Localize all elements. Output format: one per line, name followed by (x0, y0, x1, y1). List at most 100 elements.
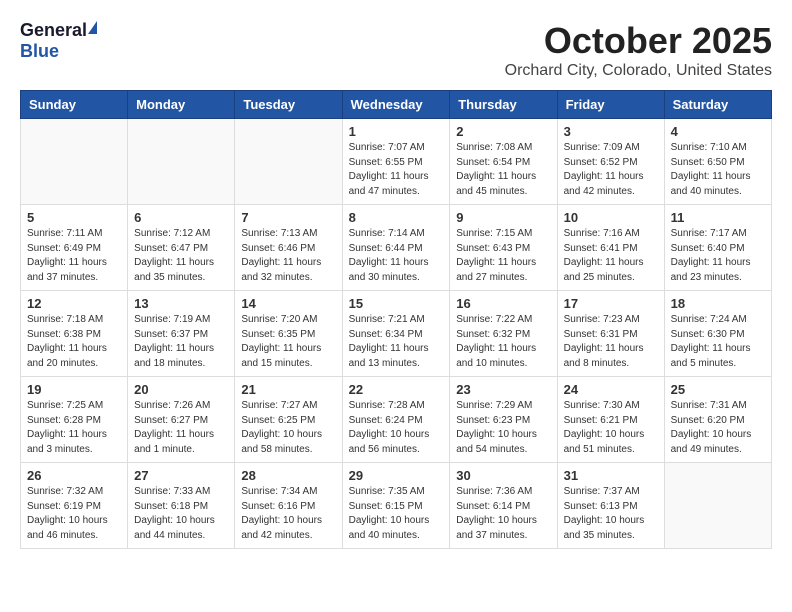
day-info: Sunrise: 7:37 AM Sunset: 6:13 PM Dayligh… (564, 485, 658, 543)
day-number: 19 (27, 382, 121, 397)
calendar-cell: 14 Sunrise: 7:20 AM Sunset: 6:35 PM Dayli… (235, 291, 342, 377)
day-info: Sunrise: 7:25 AM Sunset: 6:28 PM Dayligh… (27, 399, 121, 457)
day-number: 25 (671, 382, 765, 397)
logo-general-text: General (20, 20, 87, 41)
day-info: Sunrise: 7:34 AM Sunset: 6:16 PM Dayligh… (241, 485, 335, 543)
month-title: October 2025 (505, 20, 772, 62)
day-info: Sunrise: 7:30 AM Sunset: 6:21 PM Dayligh… (564, 399, 658, 457)
day-info: Sunrise: 7:24 AM Sunset: 6:30 PM Dayligh… (671, 313, 765, 371)
page-header: General Blue October 2025 Orchard City, … (20, 20, 772, 80)
day-info: Sunrise: 7:18 AM Sunset: 6:38 PM Dayligh… (27, 313, 121, 371)
day-number: 27 (134, 468, 228, 483)
day-info: Sunrise: 7:08 AM Sunset: 6:54 PM Dayligh… (456, 141, 550, 199)
calendar-cell: 29 Sunrise: 7:35 AM Sunset: 6:15 PM Dayli… (342, 463, 450, 549)
day-number: 20 (134, 382, 228, 397)
calendar-cell: 10 Sunrise: 7:16 AM Sunset: 6:41 PM Dayli… (557, 205, 664, 291)
calendar-week-row: 12 Sunrise: 7:18 AM Sunset: 6:38 PM Dayli… (21, 291, 772, 377)
weekday-header-thursday: Thursday (450, 91, 557, 119)
calendar-cell: 9 Sunrise: 7:15 AM Sunset: 6:43 PM Daylig… (450, 205, 557, 291)
weekday-header-monday: Monday (128, 91, 235, 119)
calendar-week-row: 26 Sunrise: 7:32 AM Sunset: 6:19 PM Dayli… (21, 463, 772, 549)
day-info: Sunrise: 7:07 AM Sunset: 6:55 PM Dayligh… (349, 141, 444, 199)
calendar-cell: 26 Sunrise: 7:32 AM Sunset: 6:19 PM Dayli… (21, 463, 128, 549)
location-text: Orchard City, Colorado, United States (505, 62, 772, 80)
calendar-cell (664, 463, 771, 549)
weekday-header-saturday: Saturday (664, 91, 771, 119)
day-info: Sunrise: 7:11 AM Sunset: 6:49 PM Dayligh… (27, 227, 121, 285)
day-info: Sunrise: 7:36 AM Sunset: 6:14 PM Dayligh… (456, 485, 550, 543)
logo-blue-text: Blue (20, 41, 59, 62)
day-info: Sunrise: 7:16 AM Sunset: 6:41 PM Dayligh… (564, 227, 658, 285)
calendar-cell: 7 Sunrise: 7:13 AM Sunset: 6:46 PM Daylig… (235, 205, 342, 291)
calendar-cell: 6 Sunrise: 7:12 AM Sunset: 6:47 PM Daylig… (128, 205, 235, 291)
calendar-cell: 15Sunrise: 7:21 AM Sunset: 6:34 PM Dayli… (342, 291, 450, 377)
day-number: 1 (349, 124, 444, 139)
calendar-cell: 20 Sunrise: 7:26 AM Sunset: 6:27 PM Dayli… (128, 377, 235, 463)
day-info: Sunrise: 7:20 AM Sunset: 6:35 PM Dayligh… (241, 313, 335, 371)
weekday-header-sunday: Sunday (21, 91, 128, 119)
day-number: 29 (349, 468, 444, 483)
day-info: Sunrise: 7:22 AM Sunset: 6:32 PM Dayligh… (456, 313, 550, 371)
calendar-cell: 13 Sunrise: 7:19 AM Sunset: 6:37 PM Dayli… (128, 291, 235, 377)
calendar-week-row: 1 Sunrise: 7:07 AM Sunset: 6:55 PM Daylig… (21, 119, 772, 205)
day-info: Sunrise: 7:32 AM Sunset: 6:19 PM Dayligh… (27, 485, 121, 543)
day-info: Sunrise: 7:28 AM Sunset: 6:24 PM Dayligh… (349, 399, 444, 457)
calendar-cell: 8 Sunrise: 7:14 AM Sunset: 6:44 PM Daylig… (342, 205, 450, 291)
calendar-cell: 18 Sunrise: 7:24 AM Sunset: 6:30 PM Dayli… (664, 291, 771, 377)
logo: General Blue (20, 20, 97, 62)
calendar-cell: 3Sunrise: 7:09 AM Sunset: 6:52 PM Daylig… (557, 119, 664, 205)
calendar-cell: 4Sunrise: 7:10 AM Sunset: 6:50 PM Daylig… (664, 119, 771, 205)
day-info: Sunrise: 7:13 AM Sunset: 6:46 PM Dayligh… (241, 227, 335, 285)
calendar-cell: 17 Sunrise: 7:23 AM Sunset: 6:31 PM Dayli… (557, 291, 664, 377)
day-number: 26 (27, 468, 121, 483)
day-number: 15 (349, 296, 444, 311)
day-info: Sunrise: 7:12 AM Sunset: 6:47 PM Dayligh… (134, 227, 228, 285)
day-number: 9 (456, 210, 550, 225)
day-number: 14 (241, 296, 335, 311)
day-info: Sunrise: 7:31 AM Sunset: 6:20 PM Dayligh… (671, 399, 765, 457)
calendar-cell: 16 Sunrise: 7:22 AM Sunset: 6:32 PM Dayli… (450, 291, 557, 377)
day-number: 18 (671, 296, 765, 311)
calendar-cell: 11Sunrise: 7:17 AM Sunset: 6:40 PM Dayli… (664, 205, 771, 291)
day-number: 2 (456, 124, 550, 139)
day-info: Sunrise: 7:26 AM Sunset: 6:27 PM Dayligh… (134, 399, 228, 457)
day-number: 17 (564, 296, 658, 311)
calendar-cell (235, 119, 342, 205)
day-info: Sunrise: 7:35 AM Sunset: 6:15 PM Dayligh… (349, 485, 444, 543)
day-number: 22 (349, 382, 444, 397)
day-info: Sunrise: 7:15 AM Sunset: 6:43 PM Dayligh… (456, 227, 550, 285)
day-number: 6 (134, 210, 228, 225)
calendar-week-row: 19 Sunrise: 7:25 AM Sunset: 6:28 PM Dayli… (21, 377, 772, 463)
day-info: Sunrise: 7:19 AM Sunset: 6:37 PM Dayligh… (134, 313, 228, 371)
calendar-week-row: 5 Sunrise: 7:11 AM Sunset: 6:49 PM Daylig… (21, 205, 772, 291)
day-number: 31 (564, 468, 658, 483)
title-section: October 2025 Orchard City, Colorado, Uni… (505, 20, 772, 80)
day-info: Sunrise: 7:14 AM Sunset: 6:44 PM Dayligh… (349, 227, 444, 285)
day-info: Sunrise: 7:23 AM Sunset: 6:31 PM Dayligh… (564, 313, 658, 371)
calendar-cell: 12 Sunrise: 7:18 AM Sunset: 6:38 PM Dayli… (21, 291, 128, 377)
calendar-cell (128, 119, 235, 205)
day-number: 5 (27, 210, 121, 225)
day-number: 24 (564, 382, 658, 397)
day-number: 11 (671, 210, 765, 225)
weekday-header-friday: Friday (557, 91, 664, 119)
calendar-cell: 22 Sunrise: 7:28 AM Sunset: 6:24 PM Dayli… (342, 377, 450, 463)
day-info: Sunrise: 7:10 AM Sunset: 6:50 PM Dayligh… (671, 141, 765, 199)
day-number: 12 (27, 296, 121, 311)
calendar-cell: 24 Sunrise: 7:30 AM Sunset: 6:21 PM Dayli… (557, 377, 664, 463)
day-number: 13 (134, 296, 228, 311)
calendar-cell: 21Sunrise: 7:27 AM Sunset: 6:25 PM Dayli… (235, 377, 342, 463)
day-number: 30 (456, 468, 550, 483)
day-number: 7 (241, 210, 335, 225)
day-info: Sunrise: 7:29 AM Sunset: 6:23 PM Dayligh… (456, 399, 550, 457)
day-number: 21 (241, 382, 335, 397)
calendar-cell: 5 Sunrise: 7:11 AM Sunset: 6:49 PM Daylig… (21, 205, 128, 291)
day-number: 10 (564, 210, 658, 225)
day-number: 16 (456, 296, 550, 311)
calendar-header-row: SundayMondayTuesdayWednesdayThursdayFrid… (21, 91, 772, 119)
calendar-cell: 25 Sunrise: 7:31 AM Sunset: 6:20 PM Dayli… (664, 377, 771, 463)
day-number: 8 (349, 210, 444, 225)
day-info: Sunrise: 7:33 AM Sunset: 6:18 PM Dayligh… (134, 485, 228, 543)
weekday-header-tuesday: Tuesday (235, 91, 342, 119)
calendar-cell: 1 Sunrise: 7:07 AM Sunset: 6:55 PM Daylig… (342, 119, 450, 205)
